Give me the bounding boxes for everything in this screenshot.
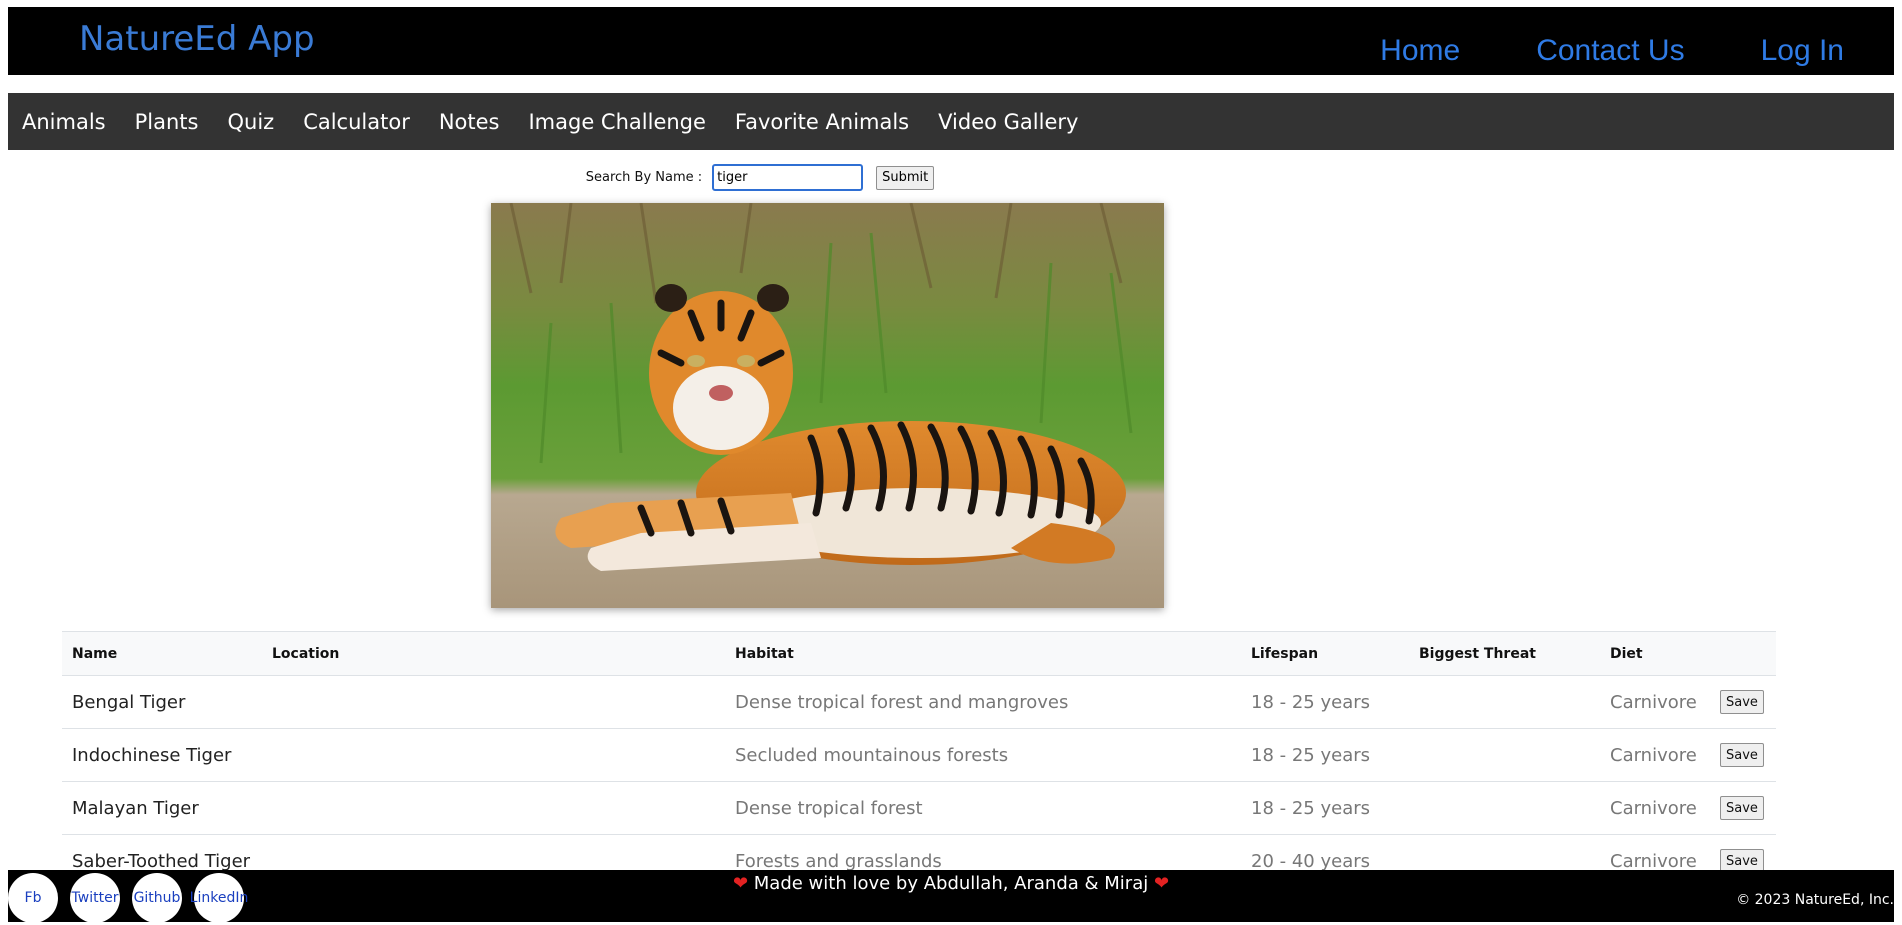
cell-action: Save — [1710, 675, 1776, 729]
nav-login-link[interactable]: Log In — [1761, 34, 1844, 68]
table-row: Malayan Tiger Dense tropical forest 18 -… — [62, 781, 1776, 835]
cell-lifespan: 18 - 25 years — [1241, 675, 1409, 729]
column-header-location: Location — [272, 645, 340, 662]
copyright-text: © 2023 NatureEd, Inc. — [1736, 892, 1894, 908]
cell-lifespan: 18 - 25 years — [1241, 728, 1409, 782]
cell-name: Indochinese Tiger — [62, 728, 262, 782]
cell-action: Save — [1710, 728, 1776, 782]
column-header-habitat: Habitat — [735, 645, 794, 662]
menu-item-plants[interactable]: Plants — [135, 110, 199, 134]
social-twitter-link[interactable]: Twitter — [70, 873, 120, 923]
table-header-row: Name Location Habitat Lifespan Biggest T… — [62, 631, 1776, 676]
cell-habitat: Dense tropical forest and mangroves — [725, 675, 1241, 729]
menu-item-animals[interactable]: Animals — [22, 110, 106, 134]
nav-contact-link[interactable]: Contact Us — [1536, 34, 1684, 68]
heart-icon: ❤ — [1153, 873, 1170, 894]
menu-item-quiz[interactable]: Quiz — [227, 110, 274, 134]
cell-name: Malayan Tiger — [62, 781, 262, 835]
save-button[interactable]: Save — [1720, 796, 1764, 821]
menu-item-calculator[interactable]: Calculator — [303, 110, 410, 134]
cell-threat — [1409, 675, 1600, 729]
social-fb-link[interactable]: Fb — [8, 873, 58, 923]
footer: ❤ Made with love by Abdullah, Aranda & M… — [8, 870, 1894, 923]
menu-bar: Animals Plants Quiz Calculator Notes Ima… — [8, 93, 1894, 150]
save-button[interactable]: Save — [1720, 743, 1764, 768]
column-header-lifespan: Lifespan — [1251, 645, 1319, 662]
submit-button[interactable]: Submit — [876, 165, 935, 190]
cell-location — [262, 728, 725, 782]
cell-name: Bengal Tiger — [62, 675, 262, 729]
cell-diet: Carnivore — [1600, 728, 1710, 782]
menu-item-video-gallery[interactable]: Video Gallery — [938, 110, 1078, 134]
top-header: NatureEd App Home Contact Us Log In — [8, 7, 1894, 75]
table-row: Indochinese Tiger Secluded mountainous f… — [62, 728, 1776, 782]
page: NatureEd App Home Contact Us Log In Anim… — [0, 0, 1902, 925]
top-nav: Home Contact Us Log In — [1380, 34, 1844, 68]
cell-threat — [1409, 728, 1600, 782]
column-header-biggest-threat: Biggest Threat — [1419, 645, 1536, 662]
app-title[interactable]: NatureEd App — [79, 19, 315, 59]
search-label: Search By Name : — [585, 170, 703, 185]
results-table: Name Location Habitat Lifespan Biggest T… — [62, 631, 1776, 888]
cell-diet: Carnivore — [1600, 781, 1710, 835]
menu-item-notes[interactable]: Notes — [439, 110, 500, 134]
search-form: Search By Name : Submit — [0, 164, 1902, 191]
cell-location — [262, 675, 725, 729]
cell-lifespan: 18 - 25 years — [1241, 781, 1409, 835]
social-github-link[interactable]: Github — [132, 873, 182, 923]
heart-icon: ❤ — [732, 873, 749, 894]
cell-diet: Carnivore — [1600, 675, 1710, 729]
cell-location — [262, 781, 725, 835]
save-button[interactable]: Save — [1720, 690, 1764, 715]
cell-threat — [1409, 781, 1600, 835]
search-input[interactable] — [712, 164, 864, 191]
made-with-label: Made with love by Abdullah, Aranda & Mir… — [753, 873, 1149, 894]
social-linkedin-link[interactable]: LinkedIn — [190, 873, 248, 923]
social-links: Fb Twitter Github LinkedIn — [8, 873, 248, 923]
nav-home-link[interactable]: Home — [1380, 34, 1460, 68]
made-with-text: ❤ Made with love by Abdullah, Aranda & M… — [8, 873, 1894, 894]
column-header-action — [1710, 632, 1776, 676]
cell-action: Save — [1710, 781, 1776, 835]
menu-item-favorite-animals[interactable]: Favorite Animals — [735, 110, 909, 134]
cell-habitat: Secluded mountainous forests — [725, 728, 1241, 782]
column-header-name: Name — [72, 645, 118, 662]
table-row: Bengal Tiger Dense tropical forest and m… — [62, 675, 1776, 729]
cell-habitat: Dense tropical forest — [725, 781, 1241, 835]
column-header-diet: Diet — [1610, 645, 1643, 662]
menu-item-image-challenge[interactable]: Image Challenge — [528, 110, 705, 134]
tiger-image — [491, 203, 1164, 608]
